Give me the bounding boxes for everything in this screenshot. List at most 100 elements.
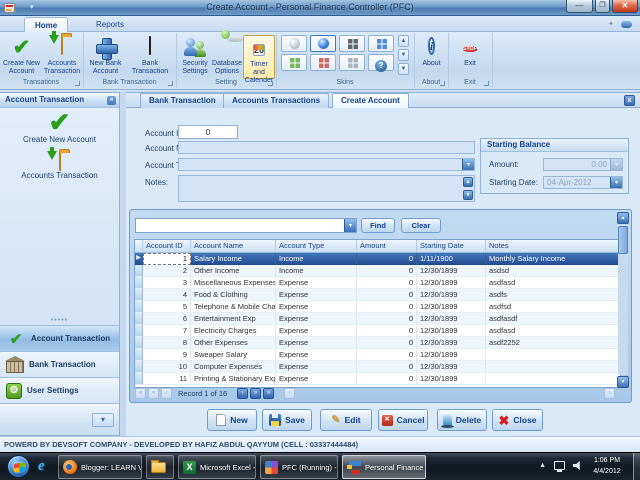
grid-cell[interactable]: 10 xyxy=(143,361,191,373)
skins-scroll-up-icon[interactable]: ▲ xyxy=(398,35,409,47)
grid-cell[interactable]: asdfasd xyxy=(486,325,620,337)
grid-cell[interactable]: 12/30/1899 xyxy=(417,349,486,361)
taskbar-button-pfc-running[interactable]: PFC (Running) - ... xyxy=(260,455,338,479)
search-combobox[interactable]: ▼ xyxy=(135,218,357,233)
grid-cell[interactable]: 4 xyxy=(143,289,191,301)
grid-vertical-scrollbar[interactable]: ▲ ▼ xyxy=(617,212,629,388)
volume-icon[interactable] xyxy=(573,461,580,470)
maximize-button[interactable]: ❐ xyxy=(595,0,610,13)
grid-cell[interactable]: Income xyxy=(276,265,357,277)
dialog-launcher-icon[interactable] xyxy=(484,81,489,86)
grid-cell[interactable]: Computer Expenses xyxy=(191,361,276,373)
start-button[interactable] xyxy=(7,455,30,478)
record-prev-page-icon[interactable]: « xyxy=(148,388,159,399)
tab-close-icon[interactable]: x xyxy=(624,95,635,106)
app-icon[interactable] xyxy=(4,3,15,13)
grid-cell[interactable]: Electricity Charges xyxy=(191,325,276,337)
grid-cell[interactable]: Expense xyxy=(276,301,357,313)
skin-tile-squares-dark[interactable] xyxy=(339,35,365,52)
about-button[interactable]: About xyxy=(416,35,447,79)
hscroll-right-icon[interactable]: › xyxy=(604,388,615,399)
table-row[interactable]: 5 Telephone & Mobile Cha... Expense 0 12/30/… xyxy=(135,301,620,313)
column-header[interactable]: Account Name xyxy=(191,240,276,253)
starting-date-field[interactable]: 04-Apr-2012 ▼ xyxy=(543,176,623,189)
record-first-icon[interactable]: « xyxy=(135,388,146,399)
grid-cell[interactable]: Expense xyxy=(276,349,357,361)
grid-cell[interactable]: Printing & Stationary Exp xyxy=(191,373,276,385)
clear-button[interactable]: Clear xyxy=(401,218,441,233)
table-row[interactable]: 4 Food & Clothing Expense 0 12/30/1899 asdfs xyxy=(135,289,620,301)
grid-cell[interactable]: 0 xyxy=(357,361,417,373)
grid-cell[interactable]: 12/30/1899 xyxy=(417,361,486,373)
scroll-up-icon[interactable]: ▲ xyxy=(463,177,473,187)
table-row[interactable]: 6 Entertainment Exp Expense 0 12/30/1899 asdf… xyxy=(135,313,620,325)
account-type-select[interactable]: ▼ xyxy=(178,158,475,171)
sidebar-shortcut-create-new-account[interactable]: ✔ Create New Account xyxy=(0,109,119,144)
grid-cell[interactable]: 12/30/1899 xyxy=(417,265,486,277)
create-new-account-button[interactable]: ✔ Create New Account xyxy=(2,35,41,79)
record-last-icon[interactable]: » xyxy=(263,388,274,399)
sidebar-overflow-chevron-icon[interactable]: ▾ xyxy=(92,413,114,427)
dialog-launcher-icon[interactable] xyxy=(75,81,80,86)
skin-tile-sphere-silver[interactable] xyxy=(281,35,307,52)
grid-cell[interactable] xyxy=(486,361,620,373)
grid-cell[interactable]: 0 xyxy=(357,373,417,385)
grid-cell[interactable]: Entertainment Exp xyxy=(191,313,276,325)
dialog-launcher-icon[interactable] xyxy=(440,81,445,86)
sidebar-collapse-icon[interactable]: « xyxy=(107,96,116,105)
grid-cell[interactable]: Telephone & Mobile Cha... xyxy=(191,301,276,313)
grid-cell[interactable]: 12/30/1899 xyxy=(417,301,486,313)
grid-cell[interactable]: 3 xyxy=(143,277,191,289)
doc-tab-bank-transaction[interactable]: Bank Transaction xyxy=(140,93,225,108)
column-header[interactable]: Starting Date xyxy=(417,240,486,253)
security-settings-button[interactable]: Security Settings xyxy=(179,35,211,79)
grid-cell[interactable]: 0 xyxy=(357,325,417,337)
grid-cell[interactable]: Expense xyxy=(276,361,357,373)
skin-tile-sphere-blue-selected[interactable] xyxy=(310,35,336,52)
grid-cell[interactable] xyxy=(486,349,620,361)
skins-more-icon[interactable]: ▼ xyxy=(398,63,409,75)
skin-tile-squares-red[interactable] xyxy=(310,54,336,71)
grid-cell[interactable]: 8 xyxy=(143,337,191,349)
sidebar-splitter-handle[interactable]: ••••• xyxy=(0,317,119,325)
grid-cell[interactable]: 12/30/1899 xyxy=(417,337,486,349)
account-id-field[interactable]: 0 xyxy=(178,125,238,139)
ribbon-options-icon[interactable]: ✦ xyxy=(608,20,614,28)
grid-cell[interactable]: Miscellaneous Expenses xyxy=(191,277,276,289)
taskbar-button-explorer[interactable] xyxy=(146,455,174,479)
grid-cell[interactable]: 0 xyxy=(357,337,417,349)
record-next-icon[interactable]: › xyxy=(237,388,248,399)
quick-access-dropdown-icon[interactable]: ▾ xyxy=(30,3,34,11)
scroll-down-icon[interactable]: ▼ xyxy=(463,190,473,200)
grid-cell[interactable]: Expense xyxy=(276,325,357,337)
scroll-up-icon[interactable]: ▲ xyxy=(617,212,629,224)
grid-cell[interactable]: 12/30/1899 xyxy=(417,325,486,337)
grid-cell[interactable]: asdf2252 xyxy=(486,337,620,349)
table-row[interactable]: 8 Other Expenses Expense 0 12/30/1899 asdf225… xyxy=(135,337,620,349)
table-row[interactable]: 7 Electricity Charges Expense 0 12/30/1899 as… xyxy=(135,325,620,337)
close-button[interactable]: ✕ xyxy=(612,0,638,13)
grid-cell[interactable]: 9 xyxy=(143,349,191,361)
hscroll-left-icon[interactable]: ‹ xyxy=(284,388,295,399)
grid-cell[interactable]: asdsd xyxy=(486,265,620,277)
sidebar-item-user-settings[interactable]: User Settings xyxy=(0,377,119,403)
close-action-button[interactable]: ✖ Close xyxy=(492,409,543,431)
table-row[interactable]: 11 Printing & Stationary Exp Expense 0 12/30… xyxy=(135,373,620,385)
record-prev-icon[interactable]: ‹ xyxy=(161,388,172,399)
grid-cell[interactable]: asdfasdf xyxy=(486,313,620,325)
grid-cell[interactable]: Salary Income xyxy=(191,253,276,265)
notes-field[interactable]: ▲ ▼ xyxy=(178,175,475,202)
grid-cell[interactable]: 0 xyxy=(357,289,417,301)
skin-tile-squares-green[interactable] xyxy=(281,54,307,71)
grid-cell[interactable]: 0 xyxy=(357,277,417,289)
column-header[interactable]: Amount xyxy=(357,240,417,253)
bank-transaction-button[interactable]: Bank Transaction xyxy=(125,35,175,79)
doc-tab-create-account[interactable]: Create Account xyxy=(332,93,409,108)
grid-cell[interactable]: Expense xyxy=(276,289,357,301)
sidebar-item-account-transaction[interactable]: ✔ Account Transaction xyxy=(0,325,119,351)
show-hidden-icons-icon[interactable]: ▲ xyxy=(539,462,546,469)
cancel-button[interactable]: Cancel xyxy=(378,409,428,431)
edit-button[interactable]: ✎ Edit xyxy=(320,409,372,431)
taskbar-button-blogger-learn-v[interactable]: Blogger: LEARN V... xyxy=(58,455,142,479)
grid-cell[interactable]: 1 xyxy=(143,253,191,265)
